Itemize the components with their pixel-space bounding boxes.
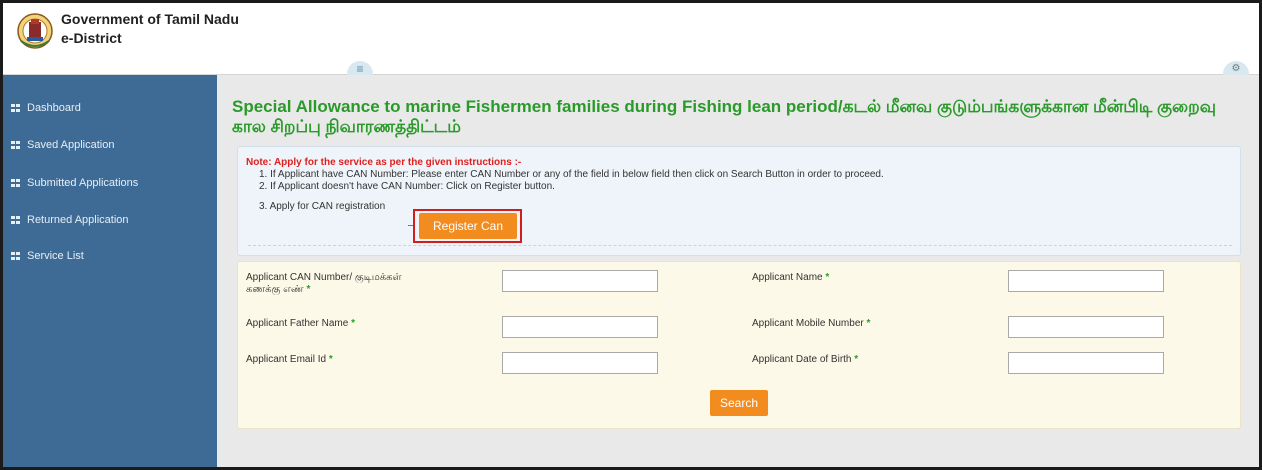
sidebar-item-service-list[interactable]: Service List	[3, 241, 217, 271]
sidebar-item-submitted-applications[interactable]: Submitted Applications	[3, 168, 217, 198]
date-of-birth-label: Applicant Date of Birth *	[752, 354, 859, 365]
brand-subtitle: e-District	[61, 30, 122, 46]
sidebar-item-dashboard[interactable]: Dashboard	[3, 93, 217, 123]
search-form: Applicant CAN Number/ குடிமக்கள் கணக்கு …	[237, 261, 1241, 429]
hamburger-icon[interactable]: ≡	[347, 61, 373, 76]
browser-frame: Government of Tamil Nadu e-District ≡ ⚙ …	[3, 3, 1259, 467]
brand-title: Government of Tamil Nadu	[61, 11, 239, 27]
register-can-button[interactable]: Register Can	[419, 213, 517, 239]
sidebar: Dashboard Saved Application Submitted Ap…	[3, 75, 217, 467]
main-content: Special Allowance to marine Fishermen fa…	[217, 75, 1259, 467]
can-number-label: Applicant CAN Number/ குடிமக்கள் கணக்கு …	[246, 272, 402, 295]
grid-icon	[11, 252, 20, 260]
instruction-step-1: 1. If Applicant have CAN Number: Please …	[259, 169, 884, 180]
divider	[248, 245, 1232, 246]
sidebar-item-returned-application[interactable]: Returned Application	[3, 205, 217, 235]
required-marker: *	[328, 354, 333, 365]
instructions-note: Note: Apply for the service as per the g…	[246, 157, 522, 168]
applicant-name-label: Applicant Name *	[752, 272, 830, 283]
sidebar-item-label: Submitted Applications	[27, 177, 139, 189]
instruction-step-3: 3. Apply for CAN registration	[259, 201, 386, 212]
father-name-input[interactable]	[502, 316, 658, 338]
sidebar-item-label: Returned Application	[27, 214, 129, 226]
required-marker: *	[866, 318, 871, 329]
email-id-label: Applicant Email Id *	[246, 354, 333, 365]
instruction-step-2: 2. If Applicant doesn't have CAN Number:…	[259, 181, 555, 192]
grid-icon	[11, 216, 20, 224]
email-id-input[interactable]	[502, 352, 658, 374]
date-of-birth-input[interactable]	[1008, 352, 1164, 374]
tamil-nadu-emblem-logo	[17, 13, 53, 49]
mobile-number-label: Applicant Mobile Number *	[752, 318, 871, 329]
required-marker: *	[351, 318, 355, 329]
sidebar-item-label: Dashboard	[27, 102, 81, 114]
grid-icon	[11, 104, 20, 112]
can-number-input[interactable]	[502, 270, 658, 292]
header: Government of Tamil Nadu e-District ≡ ⚙	[3, 3, 1259, 76]
required-marker: *	[854, 354, 859, 365]
grid-icon	[11, 141, 20, 149]
sidebar-item-label: Service List	[27, 250, 84, 262]
search-button[interactable]: Search	[710, 390, 768, 416]
cogs-icon[interactable]: ⚙	[1223, 61, 1249, 75]
mobile-number-input[interactable]	[1008, 316, 1164, 338]
sidebar-item-label: Saved Application	[27, 139, 115, 151]
required-marker: *	[825, 272, 830, 283]
grid-icon	[11, 179, 20, 187]
required-marker: *	[306, 284, 311, 295]
instructions-panel: Note: Apply for the service as per the g…	[237, 146, 1241, 256]
sidebar-item-saved-application[interactable]: Saved Application	[3, 130, 217, 160]
father-name-label: Applicant Father Name *	[246, 318, 355, 329]
applicant-name-input[interactable]	[1008, 270, 1164, 292]
page-title: Special Allowance to marine Fishermen fa…	[232, 97, 1216, 136]
